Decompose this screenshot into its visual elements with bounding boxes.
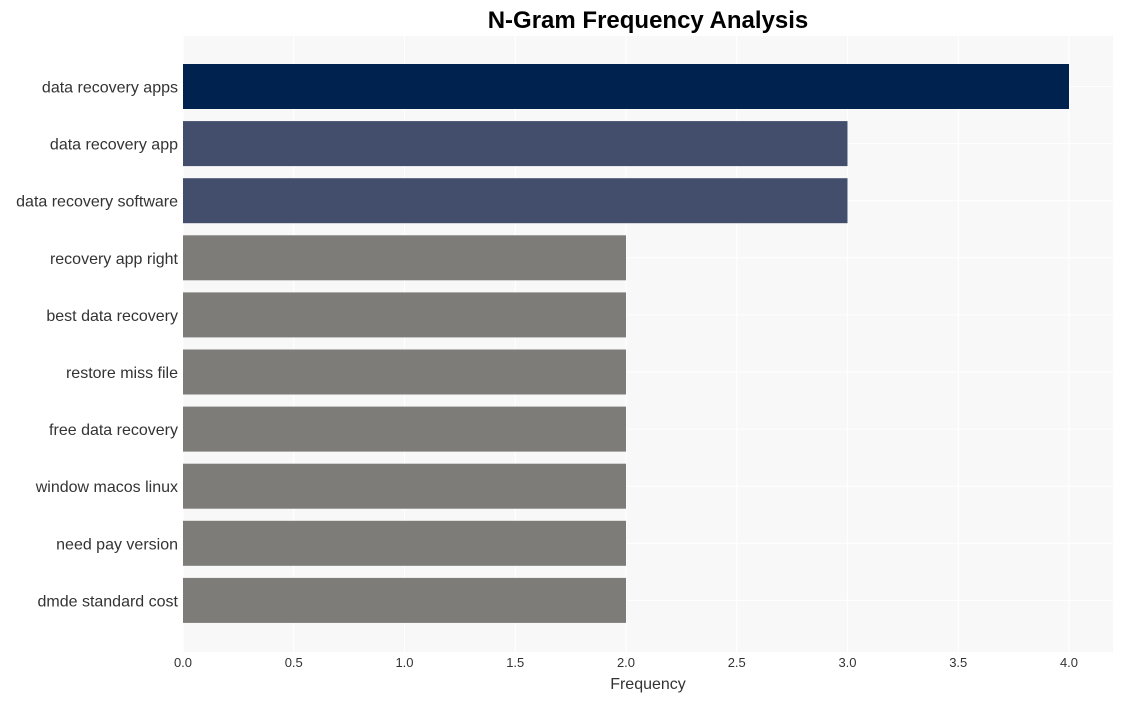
x-tick-label: 3.5 (949, 655, 967, 670)
x-tick-label: 3.0 (838, 655, 856, 670)
bar-data-recovery-apps (183, 64, 1069, 109)
y-tick-label: free data recovery (49, 422, 178, 439)
chart-title: N-Gram Frequency Analysis (488, 7, 809, 34)
bar-dmde-standard-cost (183, 577, 626, 623)
y-tick-label: recovery app right (50, 251, 179, 268)
y-tick-label: need pay version (56, 536, 178, 553)
x-tick-label: 0.0 (174, 655, 192, 670)
bar-window-macos-linux (183, 463, 626, 509)
bar-restore-miss-file (183, 349, 626, 395)
y-tick-label: best data recovery (46, 308, 178, 325)
x-tick-label: 2.5 (728, 655, 746, 670)
y-tick-label: data recovery app (50, 137, 178, 154)
x-axis-ticks: 0.0 0.5 1.0 1.5 2.0 2.5 3.0 3.5 4.0 (174, 655, 1078, 670)
y-axis-labels: data recovery apps data recovery app data … (16, 80, 178, 611)
y-tick-label: data recovery apps (42, 80, 178, 97)
x-tick-label: 2.0 (617, 655, 635, 670)
x-tick-label: 4.0 (1060, 655, 1078, 670)
bar-recovery-app-right (183, 235, 626, 281)
y-tick-label: window macos linux (35, 479, 178, 496)
bar-need-pay-version (183, 520, 626, 566)
x-axis-label: Frequency (610, 676, 686, 693)
x-tick-label: 1.5 (506, 655, 524, 670)
y-tick-label: restore miss file (66, 365, 178, 382)
bar-data-recovery-software (183, 178, 848, 224)
ngram-bar-chart: data recovery apps data recovery app data … (16, 7, 1113, 693)
bar-best-data-recovery (183, 292, 626, 338)
x-tick-label: 0.5 (285, 655, 303, 670)
y-tick-label: dmde standard cost (37, 593, 178, 610)
x-tick-label: 1.0 (395, 655, 413, 670)
y-tick-label: data recovery software (16, 194, 178, 211)
bar-free-data-recovery (183, 406, 626, 452)
bar-data-recovery-app (183, 121, 848, 167)
